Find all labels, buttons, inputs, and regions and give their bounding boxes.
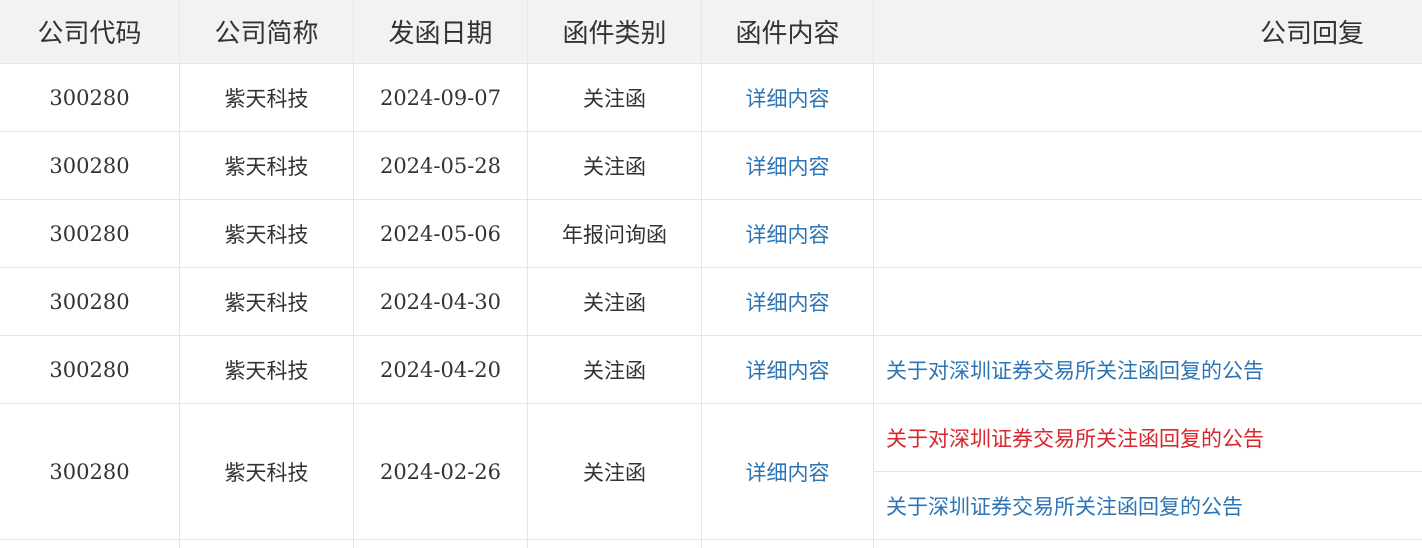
letter-category-cell: 关注函 [528,336,702,403]
table-cell [180,540,354,548]
letter-content-cell: 详细内容 [702,64,874,131]
letter-date-cell: 2024-02-26 [354,404,528,539]
company-name-cell: 紫天科技 [180,64,354,131]
company-code-cell: 300280 [0,404,180,539]
company-reply-cell [874,132,1422,199]
detail-link[interactable]: 详细内容 [746,287,830,317]
table-cell [354,540,528,548]
company-name-cell: 紫天科技 [180,336,354,403]
table-cell [0,540,180,548]
reply-item: 关于深圳证券交易所关注函回复的公告 [874,472,1422,540]
header-letter-content: 函件内容 [702,0,874,63]
detail-link[interactable]: 详细内容 [746,355,830,385]
company-reply-cell [874,268,1422,335]
letter-date-cell: 2024-05-06 [354,200,528,267]
header-letter-date: 发函日期 [354,0,528,63]
table-row: 300280 紫天科技 2024-09-07 关注函 详细内容 [0,64,1422,132]
detail-link[interactable]: 详细内容 [746,83,830,113]
company-code-cell: 300280 [0,64,180,131]
table-row: 300280 紫天科技 2024-05-28 关注函 详细内容 [0,132,1422,200]
table-row: 300280 紫天科技 2024-02-26 关注函 详细内容 关于对深圳证券交… [0,404,1422,540]
letter-date-cell: 2024-04-30 [354,268,528,335]
company-name-cell: 紫天科技 [180,404,354,539]
letter-date-cell: 2024-04-20 [354,336,528,403]
company-name-cell: 紫天科技 [180,268,354,335]
company-reply-cell: 关于对深圳证券交易所关注函回复的公告 关于深圳证券交易所关注函回复的公告 [874,404,1422,539]
table-row: 300280 紫天科技 2024-04-30 关注函 详细内容 [0,268,1422,336]
reply-announcement-link[interactable]: 关于深圳证券交易所关注函回复的公告 [886,491,1243,521]
letter-date-cell: 2024-05-28 [354,132,528,199]
detail-link[interactable]: 详细内容 [746,219,830,249]
table-cell [874,540,1422,548]
letter-category-cell: 关注函 [528,64,702,131]
letter-date-cell: 2024-09-07 [354,64,528,131]
detail-link[interactable]: 详细内容 [746,457,830,487]
company-code-cell: 300280 [0,268,180,335]
company-name-cell: 紫天科技 [180,132,354,199]
letter-content-cell: 详细内容 [702,268,874,335]
table-cell [528,540,702,548]
letter-category-cell: 年报问询函 [528,200,702,267]
letter-category-cell: 关注函 [528,268,702,335]
letters-table: 公司代码 公司简称 发函日期 函件类别 函件内容 公司回复 300280 紫天科… [0,0,1422,548]
table-row-partial [0,540,1422,548]
table-cell [702,540,874,548]
table-row: 300280 紫天科技 2024-04-20 关注函 详细内容 关于对深圳证券交… [0,336,1422,404]
header-company-reply: 公司回复 [1259,19,1364,49]
company-code-cell: 300280 [0,200,180,267]
reply-item: 关于对深圳证券交易所关注函回复的公告 [874,404,1422,472]
table-row: 300280 紫天科技 2024-05-06 年报问询函 详细内容 [0,200,1422,268]
letter-content-cell: 详细内容 [702,200,874,267]
letter-content-cell: 详细内容 [702,404,874,539]
company-reply-cell [874,64,1422,131]
reply-announcement-link[interactable]: 关于对深圳证券交易所关注函回复的公告 [886,423,1264,453]
table-header: 公司代码 公司简称 发函日期 函件类别 函件内容 公司回复 [0,0,1422,64]
header-company-code: 公司代码 [0,0,180,63]
company-code-cell: 300280 [0,336,180,403]
reply-announcement-link[interactable]: 关于对深圳证券交易所关注函回复的公告 [886,355,1264,385]
header-company-name: 公司简称 [180,0,354,63]
company-reply-cell [874,200,1422,267]
company-reply-cell: 关于对深圳证券交易所关注函回复的公告 [874,336,1422,403]
letter-content-cell: 详细内容 [702,336,874,403]
letter-category-cell: 关注函 [528,132,702,199]
company-name-cell: 紫天科技 [180,200,354,267]
letter-content-cell: 详细内容 [702,132,874,199]
company-code-cell: 300280 [0,132,180,199]
letter-category-cell: 关注函 [528,404,702,539]
header-letter-category: 函件类别 [528,0,702,63]
detail-link[interactable]: 详细内容 [746,151,830,181]
